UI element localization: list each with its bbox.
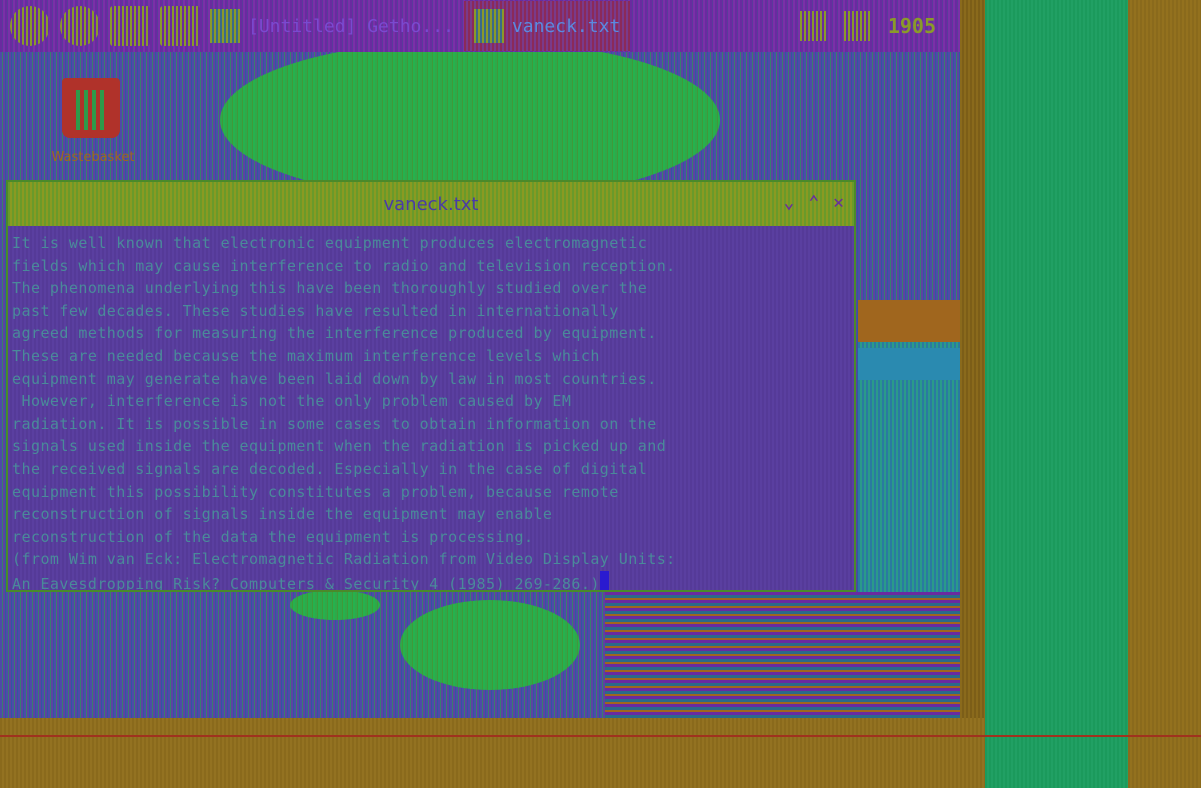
window-titlebar[interactable]: vaneck.txt ⌄ ⌃ ✕ bbox=[8, 182, 854, 226]
window-controls: ⌄ ⌃ ✕ bbox=[783, 192, 844, 213]
text-line: equipment this possibility constitutes a… bbox=[12, 482, 619, 501]
text-line: It is well known that electronic equipme… bbox=[12, 234, 648, 252]
text-line: radiation. It is possible in some cases … bbox=[12, 414, 657, 433]
text-line: However, interference is not the only pr… bbox=[12, 392, 572, 411]
text-line: An Eavesdropping Risk? Computers & Secur… bbox=[12, 574, 600, 590]
task-label: vaneck.txt bbox=[511, 15, 621, 37]
text-line: fields which may cause interference to r… bbox=[12, 256, 676, 275]
text-editor-window: vaneck.txt ⌄ ⌃ ✕ It is well known that e… bbox=[6, 180, 856, 592]
text-line: agreed methods for measuring the interfe… bbox=[12, 324, 657, 343]
file-manager-icon[interactable] bbox=[110, 6, 150, 46]
task-label: [Untitled] Getho... bbox=[248, 15, 454, 37]
text-line: The phenomena underlying this have been … bbox=[12, 279, 648, 298]
network-icon[interactable] bbox=[799, 11, 826, 41]
settings-icon[interactable] bbox=[60, 6, 100, 46]
background-app-strip bbox=[605, 592, 960, 718]
green-band bbox=[985, 0, 1128, 788]
text-line: These are needed because the maximum int… bbox=[12, 346, 600, 365]
maximize-button[interactable]: ⌃ bbox=[808, 192, 819, 213]
clock[interactable]: 1905 bbox=[888, 14, 936, 38]
text-line: (from Wim van Eck: Electromagnetic Radia… bbox=[12, 550, 676, 569]
text-editor-area[interactable]: It is well known that electronic equipme… bbox=[8, 226, 854, 590]
system-tray: 1905 bbox=[799, 11, 960, 41]
minimize-button[interactable]: ⌄ bbox=[783, 192, 794, 213]
text-line: the received signals are decoded. Especi… bbox=[12, 459, 648, 478]
text-editor-icon bbox=[473, 9, 504, 43]
text-line: equipment may generate have been laid do… bbox=[12, 369, 657, 388]
text-line: past few decades. These studies have res… bbox=[12, 301, 619, 320]
close-button[interactable]: ✕ bbox=[833, 192, 844, 213]
trash-label[interactable]: Wastebasket bbox=[28, 150, 158, 165]
text-line: reconstruction of signals inside the equ… bbox=[12, 505, 553, 524]
divider-line bbox=[0, 735, 1201, 737]
taskbar: [Untitled] Getho... vaneck.txt 1905 bbox=[0, 0, 960, 52]
volume-icon[interactable] bbox=[843, 11, 870, 41]
wallpaper-leaf bbox=[400, 600, 580, 690]
task-button-untitled[interactable]: [Untitled] Getho... bbox=[200, 1, 464, 51]
text-cursor bbox=[599, 570, 609, 590]
wallpaper-leaf bbox=[290, 590, 380, 620]
terminal-icon[interactable] bbox=[160, 6, 200, 46]
task-button-vaneck[interactable]: vaneck.txt bbox=[463, 1, 631, 51]
text-line: reconstruction of the data the equipment… bbox=[12, 527, 534, 546]
window-title: vaneck.txt bbox=[383, 193, 479, 215]
document-icon bbox=[210, 9, 240, 43]
wallpaper-leaf bbox=[220, 40, 720, 200]
text-line: signals used inside the equipment when t… bbox=[12, 437, 667, 456]
trash-icon[interactable] bbox=[62, 78, 120, 138]
app-menu-icon[interactable] bbox=[10, 6, 50, 46]
